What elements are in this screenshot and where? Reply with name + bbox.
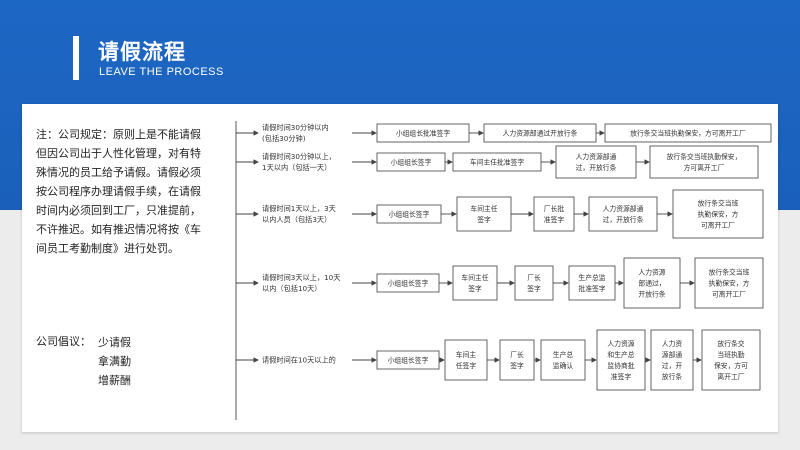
step-text: 签字 <box>510 361 524 370</box>
step-text: 人力资源 <box>638 268 665 277</box>
condition-text: 请假时间3天以上，10天 <box>262 273 340 282</box>
step-text: 生产总监 <box>578 273 605 282</box>
step-text: 保安，方可 <box>714 361 748 370</box>
step-text: 签字 <box>468 284 482 293</box>
step-text: 小组组长签字 <box>388 279 429 288</box>
step-box <box>650 329 694 391</box>
condition-text: (包括30分钟) <box>262 134 306 143</box>
step-box <box>588 196 658 232</box>
step-box <box>568 265 616 301</box>
step-text: 人力资源部通过开放行条 <box>503 129 578 138</box>
step-text: 放行条交当班 <box>709 268 750 277</box>
condition-text: 1天以内（包括一天） <box>262 163 331 172</box>
step-box <box>649 145 759 179</box>
step-box <box>555 145 637 179</box>
step-text: 人力资源部通 <box>576 152 617 161</box>
step-text: 过，开放行条 <box>603 215 644 224</box>
step-box <box>499 339 535 381</box>
step-text: 准签字 <box>611 372 632 381</box>
step-text: 车间主任 <box>470 204 497 213</box>
step-box <box>596 329 646 391</box>
step-text: 和生产总 <box>607 350 634 359</box>
step-text: 小组组长签字 <box>391 158 432 167</box>
step-text: 源部通 <box>662 350 683 359</box>
step-text: 部通过， <box>638 279 665 288</box>
step-text: 放行条交当班 <box>698 199 739 208</box>
step-text: 签字 <box>477 215 491 224</box>
step-text: 可离开工厂 <box>701 221 735 230</box>
leave-flowchart: 请假时间30分钟以内(包括30分钟)小组组长批准签字 人力资源部通过开放行条 放行条… <box>235 121 772 420</box>
condition-text: 请假时间30分钟以上， <box>262 152 336 161</box>
step-text: 离开工厂 <box>717 372 744 381</box>
condition-text: 请假时间在10天以上的 <box>262 356 336 365</box>
step-box <box>540 339 586 381</box>
step-text: 人力资 <box>662 339 683 348</box>
step-text: 签字 <box>527 284 541 293</box>
step-box <box>456 196 512 232</box>
step-text: 厂长 <box>527 273 541 282</box>
step-box <box>452 265 498 301</box>
step-text: 监确认 <box>553 361 574 370</box>
step-text: 生产总 <box>553 350 574 359</box>
step-text: 人力资源 <box>607 339 634 348</box>
step-text: 开放行条 <box>638 290 665 299</box>
step-text: 小组组长批准签字 <box>396 129 451 138</box>
step-text: 放行条交 <box>717 339 744 348</box>
step-text: 小组组长签字 <box>389 210 430 219</box>
step-box <box>444 339 488 381</box>
step-text: 任签字 <box>456 361 477 370</box>
step-text: 放行条 <box>662 372 683 381</box>
step-text: 当班执勤 <box>717 350 744 359</box>
step-text: 厂长批 <box>544 204 565 213</box>
step-text: 小组组长签字 <box>388 356 429 365</box>
step-text: 可离开工厂 <box>712 290 746 299</box>
step-text: 车间主任 <box>461 273 488 282</box>
step-box <box>701 329 761 391</box>
condition-text: 请假时间30分钟以内 <box>262 123 329 132</box>
step-box <box>514 265 554 301</box>
step-text: 过，开放行条 <box>576 163 617 172</box>
step-text: 监协商批 <box>607 361 634 370</box>
condition-text: 请假时间1天以上，3天 <box>262 204 336 213</box>
step-text: 方可离开工厂 <box>684 163 725 172</box>
step-text: 批准签字 <box>578 284 605 293</box>
step-text: 准签字 <box>544 215 565 224</box>
step-text: 车间主 <box>456 350 477 359</box>
step-box <box>533 196 575 232</box>
step-text: 过，开 <box>662 361 683 370</box>
step-text: 执勤保安，方 <box>698 210 739 219</box>
condition-text: 以内（包括10天） <box>262 284 321 293</box>
step-text: 车间主任批准签字 <box>470 158 525 167</box>
step-text: 人力资源部通 <box>603 204 644 213</box>
step-text: 放行条交当班执勤保安， <box>667 152 742 161</box>
step-text: 厂长 <box>510 350 524 359</box>
condition-text: 以内人员（包括3天） <box>262 215 331 224</box>
step-text: 放行条交当班执勤保安，方可离开工厂 <box>630 129 746 138</box>
step-text: 执勤保安，方 <box>709 279 750 288</box>
